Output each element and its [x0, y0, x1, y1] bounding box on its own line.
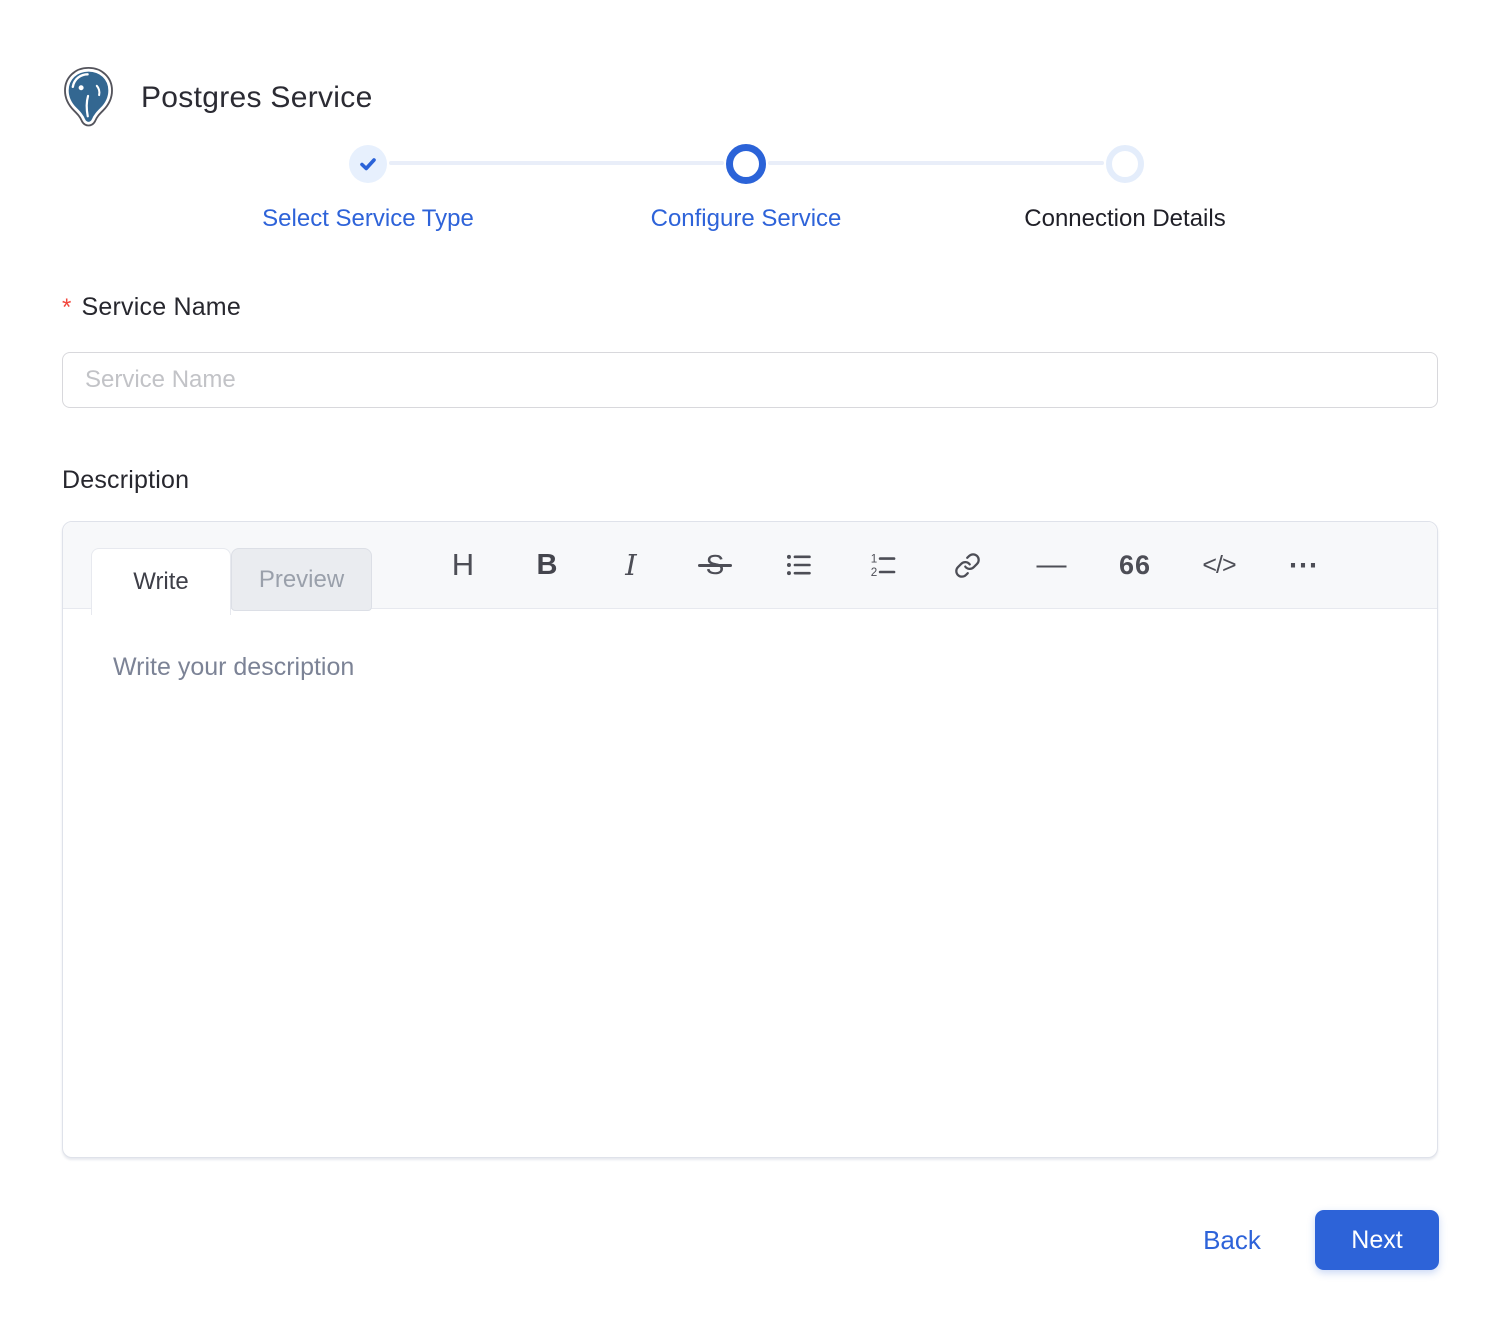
toolbar-code-button[interactable]: </>	[1177, 522, 1261, 608]
step-active-circle	[726, 144, 766, 184]
toolbar-bullet-list-button[interactable]	[757, 522, 841, 608]
step-completed-circle	[349, 145, 387, 183]
step-label: Connection Details	[955, 204, 1295, 234]
service-name-label-text: Service Name	[82, 293, 241, 321]
step-indicator	[955, 144, 1295, 184]
toolbar-italic-button[interactable]: I	[589, 522, 673, 608]
description-editor-input[interactable]	[63, 609, 1437, 1158]
step-indicator	[576, 144, 916, 184]
tab-preview[interactable]: Preview	[231, 548, 372, 611]
svg-text:1: 1	[871, 553, 877, 566]
toolbar-bold-button[interactable]: B	[505, 522, 589, 608]
toolbar-heading-button[interactable]: H	[421, 522, 505, 608]
step-label: Configure Service	[576, 204, 916, 234]
page-title: Postgres Service	[141, 76, 373, 120]
toolbar-numbered-list-button[interactable]: 1 2	[841, 522, 925, 608]
step-select-service-type: Select Service Type	[198, 144, 538, 234]
back-button[interactable]: Back	[1182, 1216, 1282, 1264]
required-asterisk: *	[62, 294, 72, 321]
tab-write[interactable]: Write	[91, 548, 231, 615]
code-icon: </>	[1202, 551, 1235, 580]
strikethrough-icon: S	[706, 549, 725, 581]
more-icon: ⋯	[1288, 548, 1318, 583]
toolbar-horizontal-rule-button[interactable]: —	[1009, 522, 1093, 608]
toolbar-more-button[interactable]: ⋯	[1261, 522, 1345, 608]
horizontal-rule-icon: —	[1037, 548, 1066, 582]
numbered-list-icon: 1 2	[869, 551, 897, 579]
toolbar-quote-button[interactable]: 66	[1093, 522, 1177, 608]
heading-icon: H	[452, 547, 474, 583]
configure-service-page: Postgres Service Select Service Type Con…	[0, 0, 1504, 1334]
service-name-input[interactable]	[62, 352, 1438, 408]
link-icon	[954, 552, 981, 579]
service-name-label: * Service Name	[62, 293, 241, 322]
step-configure-service: Configure Service	[576, 144, 916, 234]
step-label: Select Service Type	[198, 204, 538, 234]
step-connection-details: Connection Details	[955, 144, 1295, 234]
next-button[interactable]: Next	[1315, 1210, 1439, 1270]
editor-toolbar: H B I S	[421, 522, 1345, 608]
postgresql-elephant-icon	[59, 65, 118, 127]
italic-icon: I	[625, 548, 636, 582]
toolbar-strikethrough-button[interactable]: S	[673, 522, 757, 608]
bullet-list-icon	[785, 551, 813, 579]
description-label: Description	[62, 466, 189, 495]
bold-icon: B	[537, 549, 558, 582]
quote-icon: 66	[1119, 550, 1151, 581]
description-markdown-editor: Write Preview H B I S	[62, 521, 1438, 1158]
step-upcoming-circle	[1106, 145, 1144, 183]
step-indicator	[198, 144, 538, 184]
toolbar-link-button[interactable]	[925, 522, 1009, 608]
svg-text:2: 2	[871, 566, 877, 579]
check-icon	[358, 154, 378, 174]
